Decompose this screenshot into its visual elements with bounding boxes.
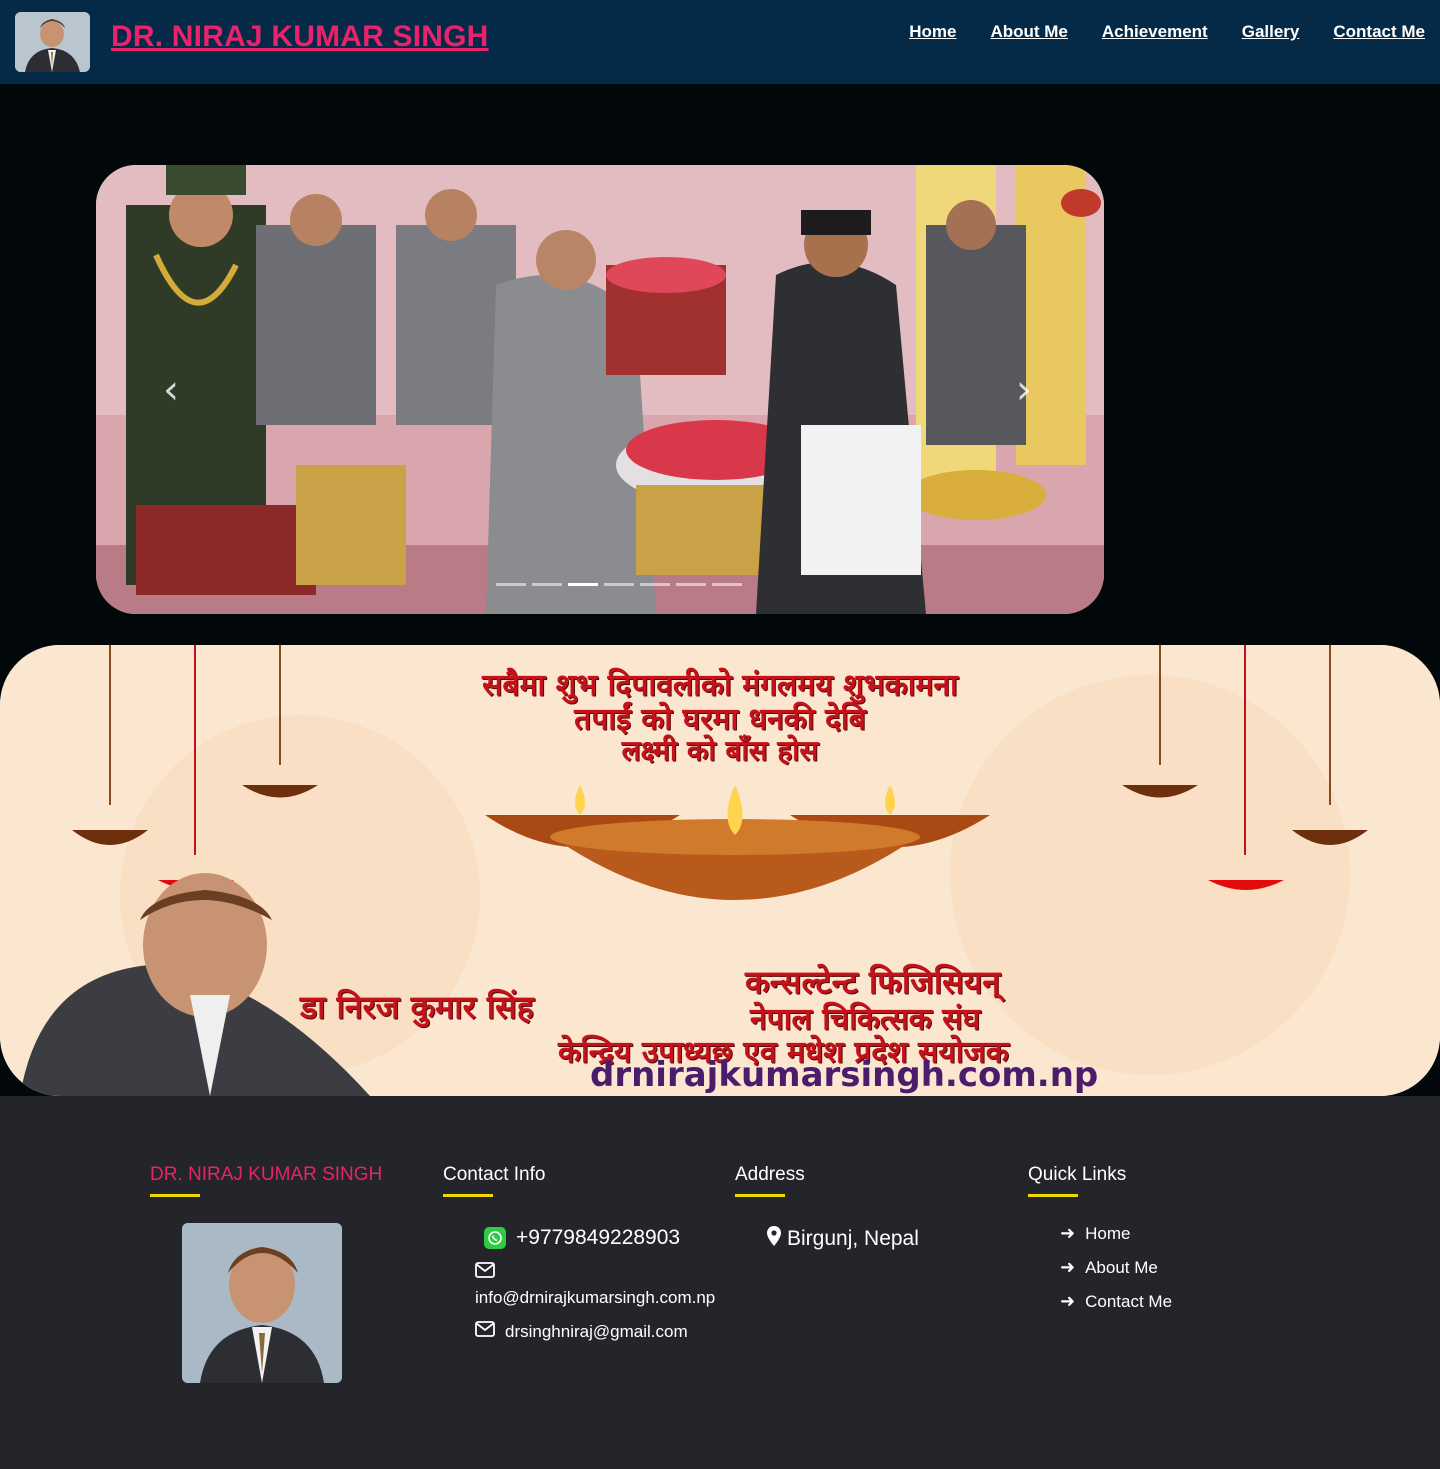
quick-link-home[interactable]: ➜ Home xyxy=(1060,1223,1130,1244)
quick-link-contact[interactable]: ➜ Contact Me xyxy=(1060,1291,1172,1312)
email-row-2[interactable]: drsinghniraj@gmail.com xyxy=(475,1321,688,1342)
arrow-right-icon: ➜ xyxy=(1060,1257,1076,1278)
diwali-banner: सबैमा शुभ दिपावलीको मंगलमय शुभकामना तपाई… xyxy=(0,645,1440,1096)
nav-gallery[interactable]: Gallery xyxy=(1242,22,1300,42)
email-info[interactable]: info@drnirajkumarsingh.com.np xyxy=(475,1288,715,1308)
carousel-prev-button[interactable]: ‹ xyxy=(151,365,191,415)
envelope-icon xyxy=(475,1262,495,1283)
carousel-indicator[interactable] xyxy=(496,583,526,586)
nav-home[interactable]: Home xyxy=(909,22,956,42)
main-nav: Home About Me Achievement Gallery Contac… xyxy=(909,22,1425,42)
footer-brand-column: DR. NIRAJ KUMAR SINGH xyxy=(150,1164,382,1197)
banner-url: drnirajkumarsingh.com.np xyxy=(590,1055,1099,1095)
arrow-right-icon: ➜ xyxy=(1060,1291,1076,1312)
nav-contact[interactable]: Contact Me xyxy=(1333,22,1425,42)
carousel-indicator[interactable] xyxy=(604,583,634,586)
quick-link-label[interactable]: Contact Me xyxy=(1085,1292,1172,1312)
quick-link-label[interactable]: Home xyxy=(1085,1224,1130,1244)
email-row-1[interactable]: info@drnirajkumarsingh.com.np xyxy=(475,1288,715,1308)
quick-link-about[interactable]: ➜ About Me xyxy=(1060,1257,1158,1278)
links-heading: Quick Links xyxy=(1028,1164,1127,1185)
envelope-icon xyxy=(475,1321,495,1342)
footer-brand: DR. NIRAJ KUMAR SINGH xyxy=(150,1164,383,1185)
logo-avatar[interactable] xyxy=(15,12,90,72)
address-row: Birgunj, Nepal xyxy=(767,1226,919,1251)
banner-greeting-line3: लक्ष्मी को बाँस होस xyxy=(621,734,819,767)
address-text: Birgunj, Nepal xyxy=(787,1226,919,1250)
map-marker-icon xyxy=(767,1226,781,1251)
carousel-indicators xyxy=(496,583,742,586)
carousel-indicator[interactable] xyxy=(640,583,670,586)
hero-carousel[interactable]: ‹ › xyxy=(96,165,1104,614)
address-heading: Address xyxy=(735,1164,805,1185)
carousel-indicator[interactable] xyxy=(712,583,742,586)
carousel-next-button[interactable]: › xyxy=(1004,365,1044,415)
chevron-left-icon: ‹ xyxy=(163,367,179,413)
heading-underline xyxy=(1028,1194,1078,1197)
email-gmail[interactable]: drsinghniraj@gmail.com xyxy=(505,1322,688,1342)
chevron-right-icon: › xyxy=(1016,367,1032,413)
carousel-indicator[interactable] xyxy=(568,583,598,586)
site-header: DR. NIRAJ KUMAR SINGH Home About Me Achi… xyxy=(0,0,1440,84)
footer-address-column: Address xyxy=(735,1164,805,1197)
site-footer: DR. NIRAJ KUMAR SINGH Contact Info +9779… xyxy=(0,1096,1440,1469)
contact-heading: Contact Info xyxy=(443,1164,546,1185)
carousel-indicator[interactable] xyxy=(532,583,562,586)
heading-underline xyxy=(443,1194,493,1197)
nav-about[interactable]: About Me xyxy=(990,22,1067,42)
whatsapp-icon xyxy=(484,1227,506,1249)
carousel-slide-photo xyxy=(96,165,1104,614)
heading-underline xyxy=(735,1194,785,1197)
phone-number[interactable]: +9779849228903 xyxy=(516,1226,680,1250)
phone-row[interactable]: +9779849228903 xyxy=(484,1226,680,1250)
site-title[interactable]: DR. NIRAJ KUMAR SINGH xyxy=(111,20,489,54)
heading-underline xyxy=(150,1194,200,1197)
quick-link-label[interactable]: About Me xyxy=(1085,1258,1158,1278)
footer-profile-photo xyxy=(182,1223,342,1383)
email-icon-row xyxy=(475,1262,495,1283)
banner-name: डा निरज कुमार सिंह xyxy=(300,988,534,1026)
nav-achievement[interactable]: Achievement xyxy=(1102,22,1208,42)
footer-contact-column: Contact Info xyxy=(443,1164,545,1197)
arrow-right-icon: ➜ xyxy=(1060,1223,1076,1244)
carousel-indicator[interactable] xyxy=(676,583,706,586)
footer-links-column: Quick Links xyxy=(1028,1164,1126,1197)
